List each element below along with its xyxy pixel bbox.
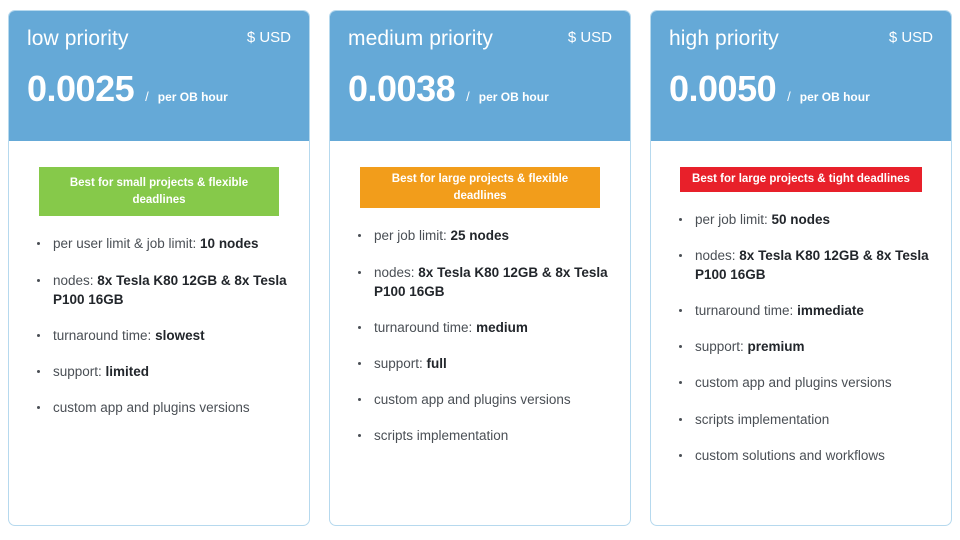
card-body: Best for large projects & flexible deadl…: [330, 141, 630, 525]
list-item: per job limit: 25 nodes: [354, 226, 614, 245]
feature-list: per user limit & job limit: 10 nodes nod…: [25, 234, 293, 434]
price-value: 0.0050: [669, 68, 777, 110]
price-separator: /: [787, 89, 791, 105]
list-item: custom app and plugins versions: [354, 390, 614, 409]
card-body: Best for small projects & flexible deadl…: [9, 141, 309, 525]
card-body: Best for large projects & tight deadline…: [651, 141, 951, 525]
list-item: turnaround time: medium: [354, 318, 614, 337]
pricing-card-medium-priority[interactable]: medium priority $ USD 0.0038 / per OB ho…: [329, 10, 631, 526]
feature-label: scripts implementation: [374, 428, 509, 444]
feature-label: support:: [374, 355, 427, 371]
list-item: scripts implementation: [675, 410, 935, 429]
currency-label: $ USD: [567, 29, 612, 46]
price-unit: per OB hour: [478, 90, 549, 105]
feature-value: premium: [747, 339, 805, 355]
list-item: custom solutions and workflows: [675, 446, 935, 465]
feature-value: 25 nodes: [450, 228, 510, 244]
plan-title: low priority: [27, 27, 129, 50]
list-item: support: full: [354, 354, 614, 373]
list-item: per user limit & job limit: 10 nodes: [33, 234, 293, 253]
list-item: per job limit: 50 nodes: [675, 210, 935, 229]
feature-label: custom solutions and workflows: [695, 447, 885, 463]
price-row: 0.0025 / per OB hour: [27, 71, 291, 107]
list-item: turnaround time: immediate: [675, 301, 935, 320]
price-separator: /: [145, 89, 149, 105]
price-unit: per OB hour: [157, 90, 228, 105]
pricing-plans-container: low priority $ USD 0.0025 / per OB hour …: [0, 0, 960, 540]
feature-list: per job limit: 50 nodes nodes: 8x Tesla …: [667, 210, 935, 482]
feature-value: limited: [105, 363, 150, 379]
pricing-card-high-priority[interactable]: high priority $ USD 0.0050 / per OB hour…: [650, 10, 952, 526]
price-value: 0.0025: [27, 68, 135, 110]
plan-title: medium priority: [348, 27, 494, 50]
feature-value: 50 nodes: [771, 211, 831, 227]
feature-label: nodes:: [53, 272, 98, 288]
feature-label: custom app and plugins versions: [374, 392, 571, 408]
list-item: nodes: 8x Tesla K80 12GB & 8x Tesla P100…: [675, 246, 935, 284]
card-header: medium priority $ USD 0.0038 / per OB ho…: [330, 11, 630, 141]
feature-list: per job limit: 25 nodes nodes: 8x Tesla …: [346, 226, 614, 462]
feature-label: custom app and plugins versions: [695, 375, 892, 391]
list-item: custom app and plugins versions: [675, 373, 935, 392]
feature-label: scripts implementation: [695, 411, 830, 427]
feature-value: full: [426, 355, 447, 371]
list-item: support: limited: [33, 362, 293, 381]
feature-label: custom app and plugins versions: [53, 400, 250, 416]
list-item: turnaround time: slowest: [33, 326, 293, 345]
feature-value: immediate: [797, 303, 864, 319]
card-header: low priority $ USD 0.0025 / per OB hour: [9, 11, 309, 141]
recommendation-badge: Best for large projects & tight deadline…: [680, 167, 922, 192]
feature-value: slowest: [155, 327, 205, 343]
pricing-card-low-priority[interactable]: low priority $ USD 0.0025 / per OB hour …: [8, 10, 310, 526]
price-row: 0.0038 / per OB hour: [348, 71, 612, 107]
feature-value: medium: [476, 319, 528, 335]
feature-label: support:: [53, 363, 106, 379]
feature-value: 10 nodes: [200, 236, 259, 252]
feature-label: turnaround time:: [695, 303, 798, 319]
feature-label: nodes:: [374, 264, 419, 280]
feature-label: nodes:: [695, 247, 740, 263]
list-item: custom app and plugins versions: [33, 398, 293, 417]
price-separator: /: [466, 89, 470, 105]
list-item: support: premium: [675, 337, 935, 356]
price-value: 0.0038: [348, 68, 456, 110]
feature-label: per job limit:: [374, 228, 451, 244]
list-item: nodes: 8x Tesla K80 12GB & 8x Tesla P100…: [33, 271, 293, 309]
plan-title: high priority: [669, 27, 779, 50]
price-row: 0.0050 / per OB hour: [669, 71, 933, 107]
feature-label: support:: [695, 339, 748, 355]
currency-label: $ USD: [888, 29, 933, 46]
feature-label: turnaround time:: [374, 319, 477, 335]
feature-label: per user limit & job limit:: [53, 236, 201, 252]
card-header-top: high priority $ USD: [669, 27, 933, 51]
price-unit: per OB hour: [799, 90, 870, 105]
card-header-top: medium priority $ USD: [348, 27, 612, 51]
card-header: high priority $ USD 0.0050 / per OB hour: [651, 11, 951, 141]
recommendation-badge: Best for small projects & flexible deadl…: [39, 167, 279, 217]
currency-label: $ USD: [246, 29, 291, 46]
feature-label: per job limit:: [695, 211, 772, 227]
recommendation-badge: Best for large projects & flexible deadl…: [360, 167, 600, 209]
card-header-top: low priority $ USD: [27, 27, 291, 51]
list-item: nodes: 8x Tesla K80 12GB & 8x Tesla P100…: [354, 263, 614, 301]
list-item: scripts implementation: [354, 426, 614, 445]
feature-label: turnaround time:: [53, 327, 156, 343]
